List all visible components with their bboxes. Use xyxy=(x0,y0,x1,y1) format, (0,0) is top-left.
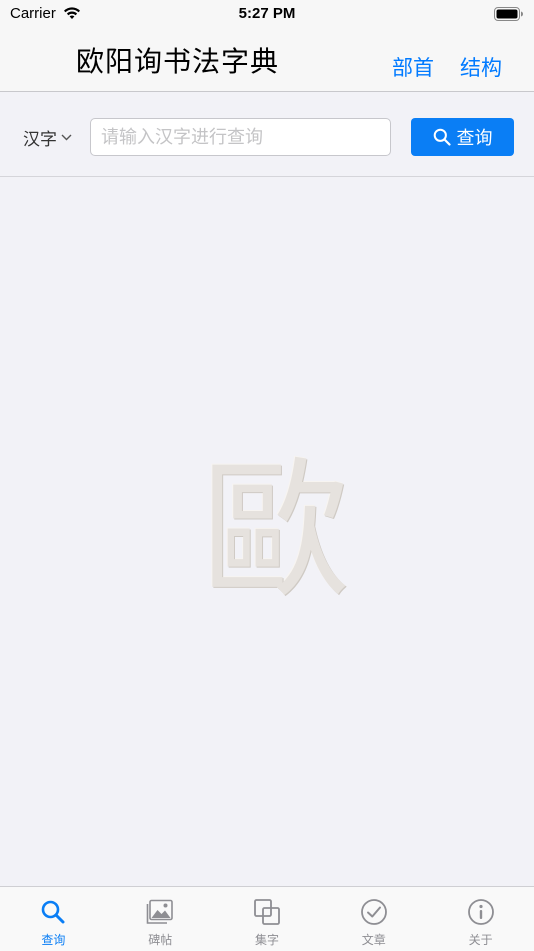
navigation-bar: 欧阳询书法字典 部首 结构 xyxy=(0,28,534,92)
page-title: 欧阳询书法字典 xyxy=(76,45,280,78)
search-icon xyxy=(40,898,66,926)
tab-search[interactable]: 查询 xyxy=(0,887,107,951)
info-circle-icon xyxy=(467,898,495,926)
search-input[interactable] xyxy=(90,118,391,156)
calligraphy-logo: 歐 xyxy=(200,445,351,619)
search-button[interactable]: 查询 xyxy=(411,118,514,156)
checkmark-circle-icon xyxy=(360,898,388,926)
tab-rubbings[interactable]: 碑帖 xyxy=(107,887,214,951)
status-time: 5:27 PM xyxy=(238,5,296,22)
search-mode-label: 汉字 xyxy=(23,130,57,150)
structure-button[interactable]: 结构 xyxy=(460,52,502,82)
battery-icon xyxy=(494,6,524,25)
search-button-label: 查询 xyxy=(456,128,493,149)
tab-label: 查询 xyxy=(41,933,66,947)
status-bar: Carrier 5:27 PM xyxy=(0,0,534,28)
photo-icon xyxy=(146,898,174,926)
tab-label: 碑帖 xyxy=(148,933,173,947)
tab-label: 文章 xyxy=(361,933,386,947)
search-icon xyxy=(433,128,451,146)
tab-about[interactable]: 关于 xyxy=(427,887,534,951)
tab-collect-characters[interactable]: 集字 xyxy=(214,887,321,951)
tab-articles[interactable]: 文章 xyxy=(320,887,427,951)
chevron-down-icon xyxy=(61,134,72,141)
radicals-button[interactable]: 部首 xyxy=(392,52,434,82)
overlap-squares-icon xyxy=(253,898,281,926)
tab-bar: 查询 碑帖 集字 文章 关于 xyxy=(0,886,534,951)
tab-label: 关于 xyxy=(468,933,493,947)
search-bar: 汉字 查询 xyxy=(0,92,534,177)
tab-label: 集字 xyxy=(254,933,279,947)
search-mode-dropdown[interactable]: 汉字 xyxy=(23,125,72,150)
